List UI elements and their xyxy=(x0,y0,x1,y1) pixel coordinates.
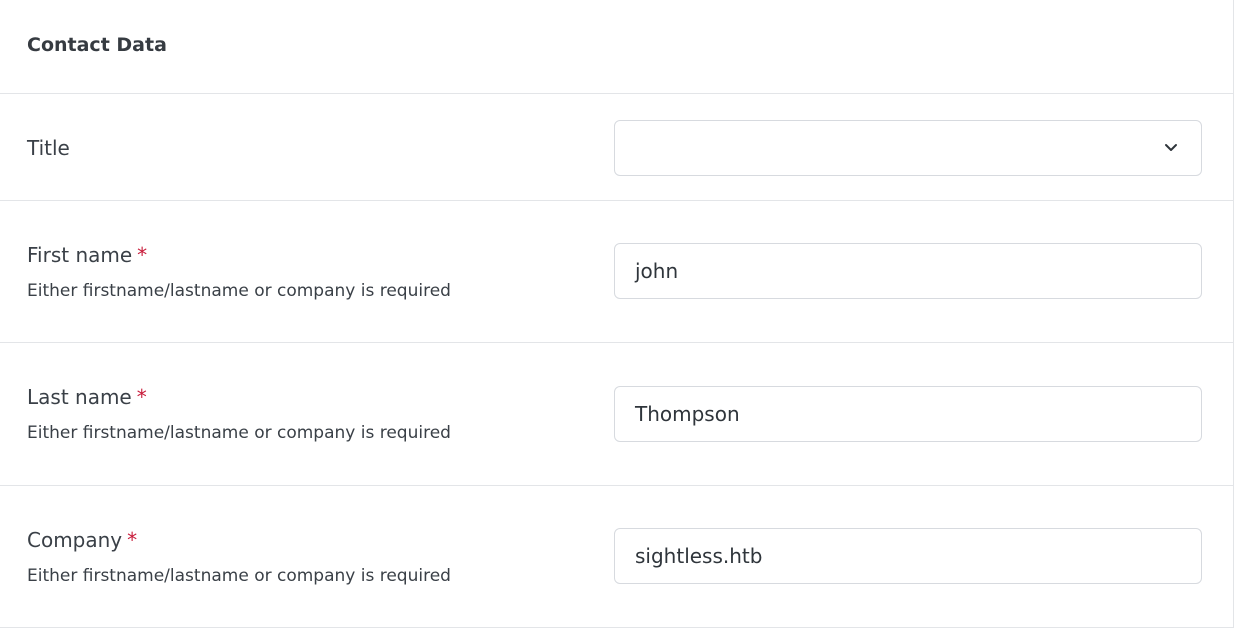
company-input[interactable]: sightless.htb xyxy=(614,528,1202,584)
form-row-title: Title xyxy=(0,95,1233,201)
title-label-text: Title xyxy=(27,136,70,160)
form-row-first-name: First name * Either firstname/lastname or… xyxy=(0,201,1233,343)
last-name-input[interactable]: Thompson xyxy=(614,386,1202,442)
title-label: Title xyxy=(27,136,70,160)
first-name-value: john xyxy=(635,259,679,283)
title-select[interactable] xyxy=(614,120,1202,176)
first-name-help: Either firstname/lastname or company is … xyxy=(27,281,451,301)
first-name-input[interactable]: john xyxy=(614,243,1202,299)
contact-data-panel: Contact Data Title First name * Either fi… xyxy=(0,0,1234,628)
last-name-value: Thompson xyxy=(635,402,740,426)
section-title: Contact Data xyxy=(27,34,167,56)
last-name-label-text: Last name xyxy=(27,385,132,409)
company-label: Company * xyxy=(27,528,137,552)
first-name-label-text: First name xyxy=(27,243,133,267)
required-marker: * xyxy=(137,243,148,267)
form-row-last-name: Last name * Either firstname/lastname or … xyxy=(0,343,1233,486)
panel-header: Contact Data xyxy=(0,0,1233,94)
company-value: sightless.htb xyxy=(635,544,763,568)
company-help: Either firstname/lastname or company is … xyxy=(27,566,451,586)
last-name-help: Either firstname/lastname or company is … xyxy=(27,423,451,443)
chevron-down-icon xyxy=(1165,144,1177,151)
first-name-label: First name * xyxy=(27,243,147,267)
required-marker: * xyxy=(136,385,147,409)
company-label-text: Company xyxy=(27,528,123,552)
required-marker: * xyxy=(127,528,138,552)
last-name-label: Last name * xyxy=(27,385,147,409)
form-row-company: Company * Either firstname/lastname or co… xyxy=(0,486,1233,628)
